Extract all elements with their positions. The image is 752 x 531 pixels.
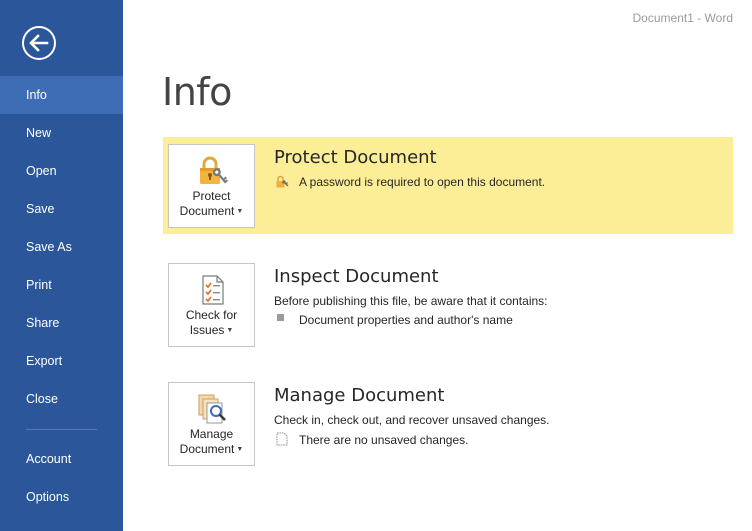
backstage-sidebar: Info New Open Save Save As Print Share E…: [0, 0, 123, 531]
unsaved-document-icon: [276, 432, 288, 446]
dropdown-caret-icon: ▼: [226, 327, 234, 335]
sidebar-item-print[interactable]: Print: [0, 266, 123, 304]
sidebar-item-info[interactable]: Info: [0, 76, 123, 114]
back-button[interactable]: [21, 25, 57, 61]
manage-document-heading: Manage Document: [274, 385, 445, 406]
sidebar-item-save-as[interactable]: Save As: [0, 228, 123, 266]
sidebar-item-close[interactable]: Close: [0, 380, 123, 418]
checklist-icon: [202, 275, 224, 305]
manage-tile-label-1: Manage: [189, 427, 234, 441]
protect-document-section: Protect Document ▼ Protect Document A pas…: [163, 137, 733, 234]
check-tile-label-1: Check for: [185, 308, 238, 322]
manage-document-button[interactable]: Manage Document ▼: [168, 382, 255, 466]
small-lock-key-icon: [276, 175, 289, 188]
protect-document-heading: Protect Document: [274, 147, 437, 168]
check-for-issues-button[interactable]: Check for Issues ▼: [168, 263, 255, 347]
sidebar-item-account[interactable]: Account: [0, 440, 123, 478]
sidebar-divider: [26, 429, 97, 430]
manage-document-description: Check in, check out, and recover unsaved…: [274, 413, 550, 427]
sidebar-item-options[interactable]: Options: [0, 478, 123, 516]
inspect-item-properties: Document properties and author's name: [299, 313, 513, 327]
sidebar-item-open[interactable]: Open: [0, 152, 123, 190]
back-arrow-icon: [22, 26, 56, 60]
check-tile-label-2: Issues: [189, 323, 225, 337]
protect-tile-label-2: Document: [179, 204, 235, 218]
window-title: Document1 - Word: [632, 11, 733, 25]
sidebar-item-save[interactable]: Save: [0, 190, 123, 228]
manage-tile-label-2: Document: [179, 442, 235, 456]
inspect-document-heading: Inspect Document: [274, 266, 439, 287]
sidebar-item-export[interactable]: Export: [0, 342, 123, 380]
manage-document-section: Manage Document ▼ Manage Document Check i…: [163, 375, 733, 472]
inspect-document-description: Before publishing this file, be aware th…: [274, 294, 548, 308]
page-title: Info: [162, 70, 232, 114]
lock-key-icon: [200, 156, 229, 184]
document-search-icon: [198, 394, 226, 424]
protect-document-button[interactable]: Protect Document ▼: [168, 144, 255, 228]
inspect-document-section: Check for Issues ▼ Inspect Document Befor…: [163, 256, 733, 353]
protect-tile-label-1: Protect: [192, 189, 231, 203]
sidebar-item-share[interactable]: Share: [0, 304, 123, 342]
manage-document-status: There are no unsaved changes.: [299, 433, 469, 447]
dropdown-caret-icon: ▼: [236, 446, 244, 454]
bullet-square-icon: [277, 314, 284, 321]
protect-document-description: A password is required to open this docu…: [299, 175, 546, 189]
sidebar-item-new[interactable]: New: [0, 114, 123, 152]
dropdown-caret-icon: ▼: [236, 208, 244, 216]
